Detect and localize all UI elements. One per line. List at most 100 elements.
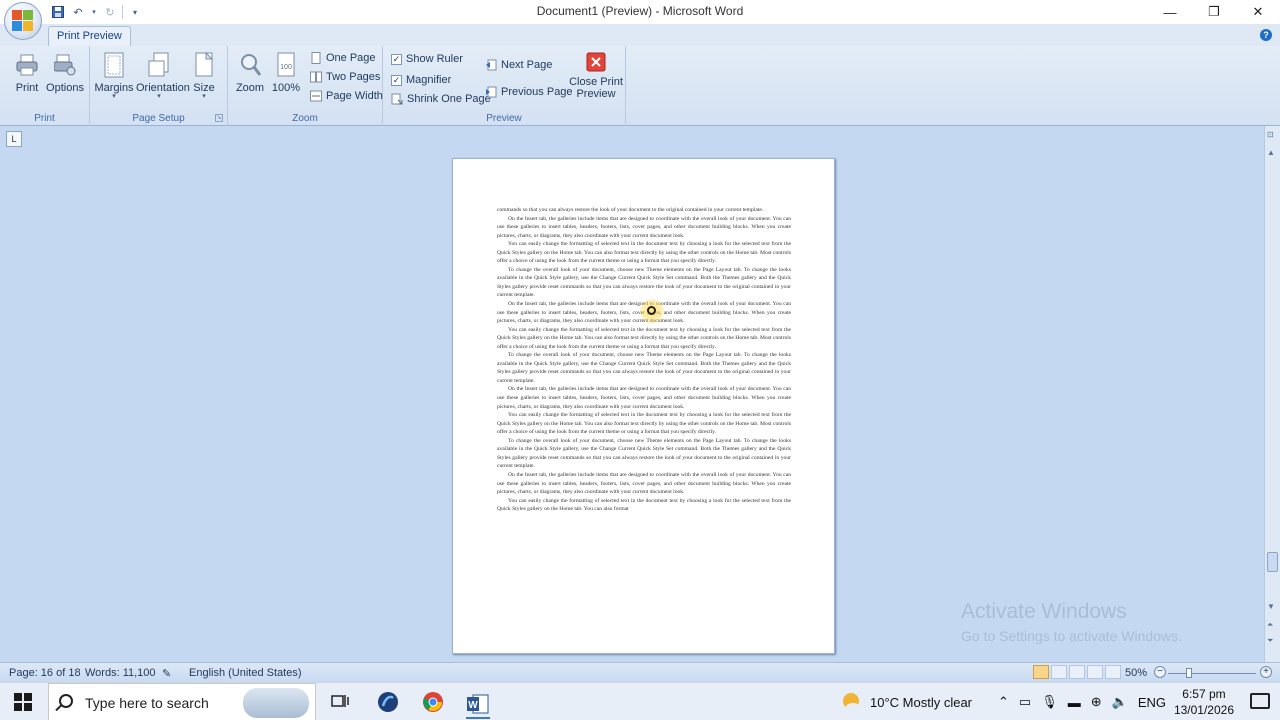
ruler-toggle-icon[interactable]: ⊡ xyxy=(1267,130,1274,139)
two-pages-button[interactable]: Two Pages xyxy=(310,68,380,86)
draft-view-icon[interactable] xyxy=(1105,665,1121,679)
zoom-in-icon[interactable]: + xyxy=(1260,666,1272,678)
help-icon[interactable]: ? xyxy=(1260,29,1272,41)
ribbon: Print Options Print Margins ▾ Orientatio… xyxy=(0,46,1280,126)
group-label-preview: Preview xyxy=(486,113,522,124)
weather-widget[interactable]: 10°C Mostly clear xyxy=(840,683,972,720)
page-count[interactable]: Page: 16 of 18 xyxy=(9,667,81,679)
volume-icon[interactable]: 🔈 xyxy=(1112,694,1128,710)
previous-page-scroll-icon[interactable]: ⏶ xyxy=(1267,620,1273,630)
magnifier-checkbox[interactable]: ✓ Magnifier xyxy=(391,71,451,89)
close-print-preview-button[interactable]: Close Print Preview xyxy=(569,50,623,102)
show-ruler-checkbox[interactable]: ✓ Show Ruler xyxy=(391,50,463,68)
outline-view-icon[interactable] xyxy=(1087,665,1103,679)
one-page-button[interactable]: One Page xyxy=(310,49,376,67)
task-view-icon[interactable] xyxy=(328,691,352,713)
input-language[interactable]: ENG xyxy=(1138,695,1166,710)
printer-icon xyxy=(16,54,38,76)
group-label-page-setup: Page Setup xyxy=(132,113,185,124)
taskbar-clock[interactable]: 6:57 pm 13/01/2026 xyxy=(1174,686,1234,718)
minimize-button[interactable]: — xyxy=(1148,0,1192,24)
close-preview-icon xyxy=(586,52,606,72)
shrink-page-icon xyxy=(391,93,403,105)
next-page-icon xyxy=(486,59,497,71)
chevron-up-icon[interactable]: ⌃ xyxy=(998,694,1009,710)
page-paragraph: You can easily change the formatting of … xyxy=(497,326,791,350)
margins-button[interactable]: Margins ▾ xyxy=(92,50,136,102)
word-taskbar-icon[interactable]: W xyxy=(466,691,490,719)
restore-button[interactable]: ❐ xyxy=(1192,0,1236,24)
close-button[interactable]: ✕ xyxy=(1236,0,1280,24)
page-paragraph: You can easily change the formatting of … xyxy=(497,497,791,513)
size-dropdown-icon: ▾ xyxy=(202,93,206,100)
zoom-out-icon[interactable]: − xyxy=(1154,666,1166,678)
network-icon[interactable]: ⊕ xyxy=(1091,694,1102,710)
two-pages-icon xyxy=(310,71,322,83)
view-buttons xyxy=(1033,665,1121,679)
tab-print-preview[interactable]: Print Preview xyxy=(48,26,131,46)
meet-now-icon[interactable]: ▭ xyxy=(1019,694,1031,710)
page-width-button[interactable]: Page Width xyxy=(310,87,383,105)
page-paragraph: You can easily change the formatting of … xyxy=(497,412,791,436)
system-tray: ⌃ ▭ 🎙 ▬ ⊕ 🔈 ENG xyxy=(998,683,1166,720)
page-paragraph: To change the overall look of your docum… xyxy=(497,266,791,299)
zoom-slider-track xyxy=(1168,673,1256,674)
zoom-level[interactable]: 50% xyxy=(1125,667,1147,679)
margins-dropdown-icon: ▾ xyxy=(112,93,116,100)
group-zoom: Zoom 100 100% One Page Two Pages Page Wi… xyxy=(228,46,383,126)
chrome-icon[interactable] xyxy=(421,691,445,713)
orientation-dropdown-icon: ▾ xyxy=(157,93,161,100)
svg-text:100: 100 xyxy=(280,64,292,71)
scroll-up-icon[interactable]: ▲ xyxy=(1267,148,1275,157)
taskbar-search-box[interactable]: Type here to search xyxy=(48,683,316,720)
orientation-button[interactable]: Orientation ▾ xyxy=(136,50,190,102)
zoom-slider[interactable]: − + xyxy=(1154,666,1274,680)
page-paragraph: To change the overall look of your docum… xyxy=(497,352,791,384)
zoom-slider-knob[interactable] xyxy=(1186,668,1192,678)
preview-page[interactable]: commands so that you can always restore … xyxy=(452,158,835,654)
checkmark-icon: ✓ xyxy=(391,74,402,86)
office-button[interactable] xyxy=(4,2,42,40)
app-icon-blue-circle[interactable] xyxy=(376,691,400,713)
page-paragraph: On the Insert tab, the galleries include… xyxy=(497,386,791,410)
page-setup-dialog-launcher-icon[interactable]: ↘ xyxy=(215,114,223,122)
microphone-icon[interactable]: 🎙 xyxy=(1041,694,1058,710)
zoom-100-button[interactable]: 100 100% xyxy=(264,50,308,102)
group-preview: ✓ Show Ruler ✓ Magnifier Shrink One Page… xyxy=(383,46,626,126)
tab-selector-icon[interactable]: L xyxy=(6,131,22,147)
web-layout-view-icon[interactable] xyxy=(1069,665,1085,679)
title-bar: ↶ ▾ ↻ ▾ Document1 (Preview) - Microsoft … xyxy=(0,0,1280,24)
scroll-down-icon[interactable]: ▼ xyxy=(1267,602,1275,611)
search-icon xyxy=(59,694,73,708)
ribbon-tab-row: Print Preview ? xyxy=(0,24,1280,46)
page-100-icon: 100 xyxy=(277,52,295,77)
windows-start-icon[interactable] xyxy=(14,693,32,711)
battery-icon[interactable]: ▬ xyxy=(1068,695,1081,710)
activate-windows-watermark: Activate Windows Go to Settings to activ… xyxy=(961,600,1182,644)
language-indicator[interactable]: English (United States) xyxy=(189,667,302,679)
page-paragraph: commands so that you can always restore … xyxy=(497,207,764,213)
next-page-scroll-icon[interactable]: ⏷ xyxy=(1267,636,1273,646)
checkmark-icon: ✓ xyxy=(391,53,402,65)
notification-center-icon[interactable] xyxy=(1250,693,1270,709)
scrollbar-thumb[interactable] xyxy=(1267,552,1278,572)
moon-cloud-icon xyxy=(843,693,860,711)
full-screen-reading-view-icon[interactable] xyxy=(1051,665,1067,679)
vertical-scrollbar[interactable]: ⊡ ▲ ▼ ⏶ ⏷ xyxy=(1264,126,1280,662)
proofing-icon[interactable]: ✎ xyxy=(162,667,171,680)
page-paragraph: On the Insert tab, the galleries include… xyxy=(497,215,791,239)
office-logo-icon xyxy=(12,10,34,32)
shrink-one-page-button[interactable]: Shrink One Page xyxy=(391,90,491,108)
size-button[interactable]: Size ▾ xyxy=(182,50,226,102)
search-highlight-image xyxy=(243,688,309,718)
next-page-button[interactable]: Next Page xyxy=(485,56,552,74)
page-paragraph: To change the overall look of your docum… xyxy=(497,437,791,470)
print-layout-view-icon[interactable] xyxy=(1033,665,1049,679)
window-controls: — ❐ ✕ xyxy=(1148,0,1280,24)
options-button[interactable]: Options xyxy=(43,50,87,102)
page-paragraph: On the Insert tab, the galleries include… xyxy=(497,471,791,496)
word-count[interactable]: Words: 11,100 xyxy=(85,667,156,679)
previous-page-button[interactable]: Previous Page xyxy=(485,83,573,101)
page-text: commands so that you can always restore … xyxy=(497,206,791,514)
windows-taskbar: Type here to search W 10°C Mostly clear … xyxy=(0,682,1280,720)
